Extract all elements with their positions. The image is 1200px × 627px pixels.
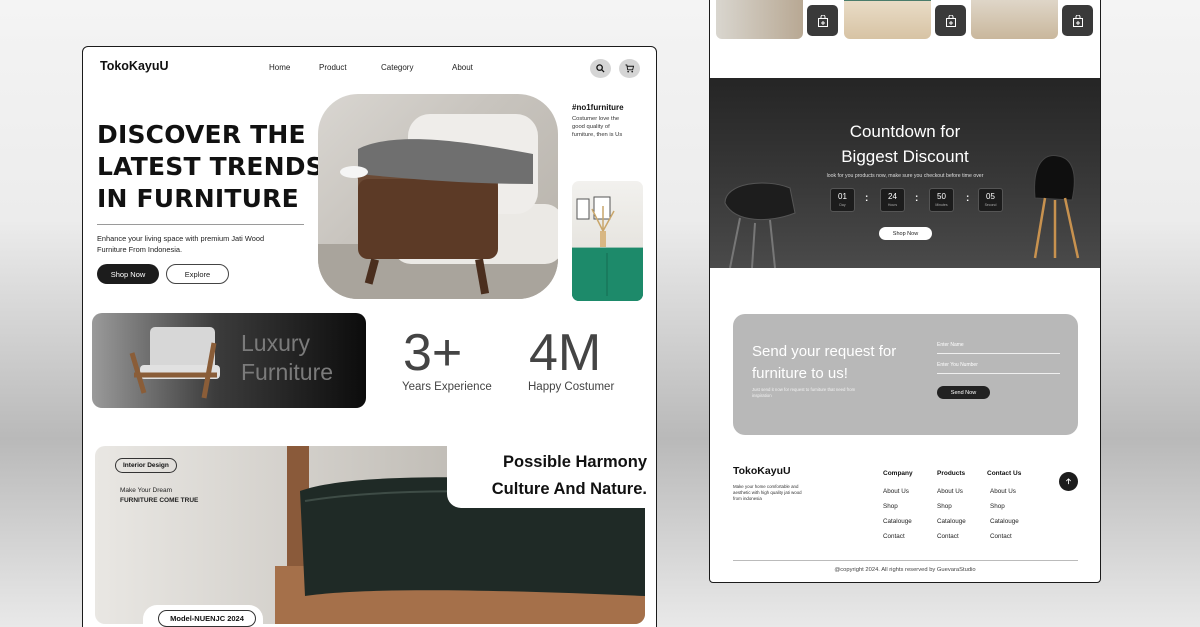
countdown-minutes: 50 Minutes [929, 188, 954, 212]
shopping-bag-icon [817, 14, 828, 27]
footer-link[interactable]: Shop [937, 503, 952, 510]
interior-design-tag[interactable]: Interior Design [115, 458, 177, 473]
footer-link[interactable]: Catalouge [883, 518, 912, 525]
product-thumb-3[interactable] [971, 0, 1058, 39]
footer-link[interactable]: Contact [990, 533, 1012, 540]
landing-page-bottom-preview: Countdown for Biggest Discount look for … [709, 0, 1101, 583]
hours-label: Hours [887, 203, 898, 207]
product-thumb-1[interactable] [716, 0, 803, 39]
countdown-subtitle: look for you products now, make sure you… [826, 173, 984, 179]
footer-divider [733, 560, 1078, 561]
footer-heading-company: Company [883, 470, 913, 477]
request-description: Just send it now for request to furnitur… [752, 387, 856, 398]
landing-page-preview: TokoKayuU Home Product Category About DI… [82, 46, 657, 627]
countdown-hours: 24 Hours [880, 188, 905, 212]
footer-link[interactable]: Contact [883, 533, 905, 540]
footer-link[interactable]: Catalouge [990, 518, 1019, 525]
countdown-shop-now-button[interactable]: Shop Now [879, 227, 932, 240]
countdown-colon: : [915, 193, 919, 204]
search-icon [596, 64, 605, 73]
shopping-bag-icon [945, 14, 956, 27]
dream-line-1: Make Your Dream [120, 487, 173, 494]
footer-link[interactable]: About Us [883, 488, 909, 495]
luxury-line-1: Luxury [241, 330, 311, 356]
luxury-line-2: Furniture [241, 359, 334, 385]
shop-now-button[interactable]: Shop Now [97, 264, 159, 284]
countdown-colon: : [865, 193, 869, 204]
stat-customers-label: Happy Costumer [528, 381, 615, 393]
seconds-label: Second [984, 203, 997, 207]
days-label: Day [839, 203, 846, 207]
footer-link[interactable]: About Us [937, 488, 963, 495]
footer-description: Make your home comfortable and aesthetic… [733, 484, 802, 501]
add-to-cart-button-2[interactable] [935, 5, 966, 36]
footer-link[interactable]: About Us [990, 488, 1016, 495]
hashtag-label: #no1furniture [572, 103, 624, 112]
model-badge[interactable]: Model-NUENJC 2024 [158, 610, 256, 627]
arrow-up-icon [1066, 478, 1071, 485]
nav-link-about[interactable]: About [452, 63, 473, 72]
name-input[interactable]: Enter Name [937, 342, 1060, 354]
footer-link[interactable]: Shop [990, 503, 1005, 510]
nav-link-home[interactable]: Home [269, 63, 290, 72]
hero-subtitle: Enhance your living space with premium J… [97, 234, 265, 254]
product-thumb-2[interactable] [844, 0, 931, 39]
scroll-to-top-button[interactable] [1059, 472, 1078, 491]
harmony-line-1: Possible Harmony [503, 453, 647, 471]
footer-heading-products: Products [937, 470, 966, 477]
minutes-label: Minutes [935, 203, 948, 207]
footer-link[interactable]: Contact [937, 533, 959, 540]
countdown-title-line-1: Countdown for [849, 122, 961, 141]
minutes-value: 50 [937, 192, 946, 201]
shopping-bag-icon [1072, 14, 1083, 27]
add-to-cart-button-1[interactable] [807, 5, 838, 36]
nav-link-product[interactable]: Product [319, 63, 347, 72]
green-cabinet-image [572, 181, 643, 301]
navbar: TokoKayuU Home Product Category About [83, 47, 656, 87]
countdown-title-line-2: Biggest Discount [841, 147, 969, 166]
search-button[interactable] [590, 59, 611, 78]
hero-title: DISCOVER THE LATEST TRENDS IN FURNITURE [97, 120, 324, 213]
side-description: Costumer love the good quality of furnit… [572, 116, 623, 138]
add-to-cart-button-3[interactable] [1062, 5, 1093, 36]
hours-value: 24 [888, 192, 897, 201]
stat-years-value: 3+ [403, 324, 463, 382]
harmony-line-2: Culture And Nature. [491, 480, 647, 498]
footer-link[interactable]: Shop [883, 503, 898, 510]
hero-divider [97, 224, 304, 225]
cart-button[interactable] [619, 59, 640, 78]
days-value: 01 [838, 192, 847, 201]
phone-input[interactable]: Enter You Number [937, 362, 1060, 374]
seconds-value: 05 [986, 192, 995, 201]
request-title: Send your request for furniture to us! [752, 343, 897, 382]
brand-logo[interactable]: TokoKayuU [100, 59, 169, 73]
countdown-colon: : [966, 193, 970, 204]
footer-heading-contact: Contact Us [987, 470, 1022, 477]
copyright-text: @copyright 2024. All rights reserved by … [834, 567, 976, 573]
footer-link[interactable]: Catalouge [937, 518, 966, 525]
countdown-seconds: 05 Second [978, 188, 1003, 212]
nav-link-category[interactable]: Category [381, 63, 413, 72]
cart-icon [625, 64, 634, 73]
countdown-title: Countdown for Biggest Discount [710, 119, 1100, 169]
countdown-days: 01 Day [830, 188, 855, 212]
request-form-card: Send your request for furniture to us! J… [733, 314, 1078, 435]
hero-armchair-image [318, 94, 558, 299]
explore-button[interactable]: Explore [166, 264, 229, 284]
countdown-section: Countdown for Biggest Discount look for … [710, 78, 1100, 268]
luxury-furniture-card[interactable]: Luxury Furniture [92, 313, 366, 408]
footer-logo[interactable]: TokoKayuU [733, 465, 791, 477]
stat-years-label: Years Experience [402, 381, 492, 393]
harmony-headline: Possible Harmony Culture And Nature. [455, 449, 647, 503]
send-now-button[interactable]: Send Now [937, 386, 990, 399]
stat-customers-value: 4M [529, 324, 602, 382]
dream-line-2: FURNITURE COME TRUE [120, 497, 199, 504]
